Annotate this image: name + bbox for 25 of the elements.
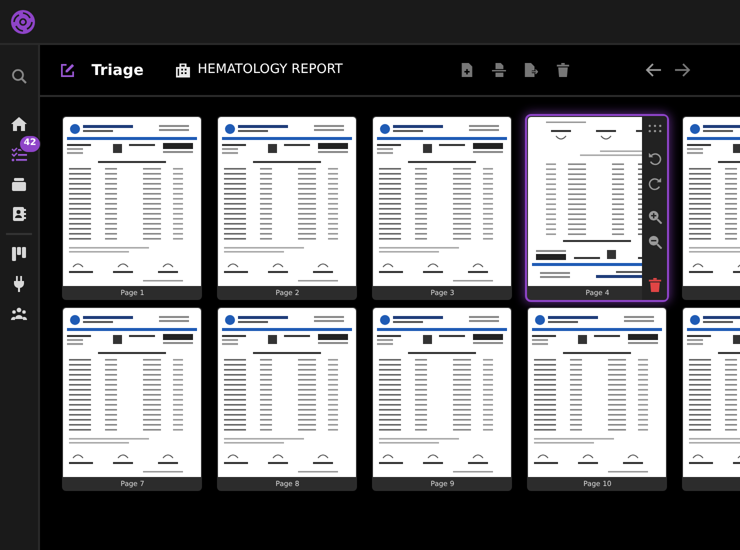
mode-title: Triage	[91, 60, 144, 81]
trash-icon[interactable]	[556, 63, 570, 77]
scan-document-icon[interactable]	[492, 63, 506, 77]
search-icon[interactable]	[11, 68, 28, 84]
rotate-right-icon[interactable]	[648, 177, 662, 191]
archive-box-icon[interactable]	[11, 176, 28, 192]
edit-icon	[60, 62, 76, 78]
drag-dots-icon[interactable]	[648, 124, 662, 133]
trash-icon[interactable]	[648, 278, 662, 292]
logo-icon	[11, 10, 35, 34]
board-columns-icon[interactable]	[11, 246, 28, 262]
checklist-icon[interactable]	[11, 146, 28, 162]
contact-book-icon[interactable]	[11, 206, 28, 222]
building-icon	[176, 62, 190, 78]
arrow-right-icon[interactable]	[674, 62, 692, 78]
people-icon[interactable]	[11, 306, 28, 322]
arrow-left-icon[interactable]	[644, 62, 662, 78]
document-title: HEMATOLOGY REPORT	[198, 61, 343, 80]
zoom-in-icon[interactable]	[648, 210, 662, 224]
count-badge: 42	[18, 135, 42, 152]
file-export-icon[interactable]	[524, 63, 538, 77]
home-icon[interactable]	[11, 116, 28, 132]
zoom-out-icon[interactable]	[648, 235, 662, 249]
rotate-left-icon[interactable]	[648, 152, 662, 166]
add-file-icon[interactable]	[460, 63, 474, 77]
